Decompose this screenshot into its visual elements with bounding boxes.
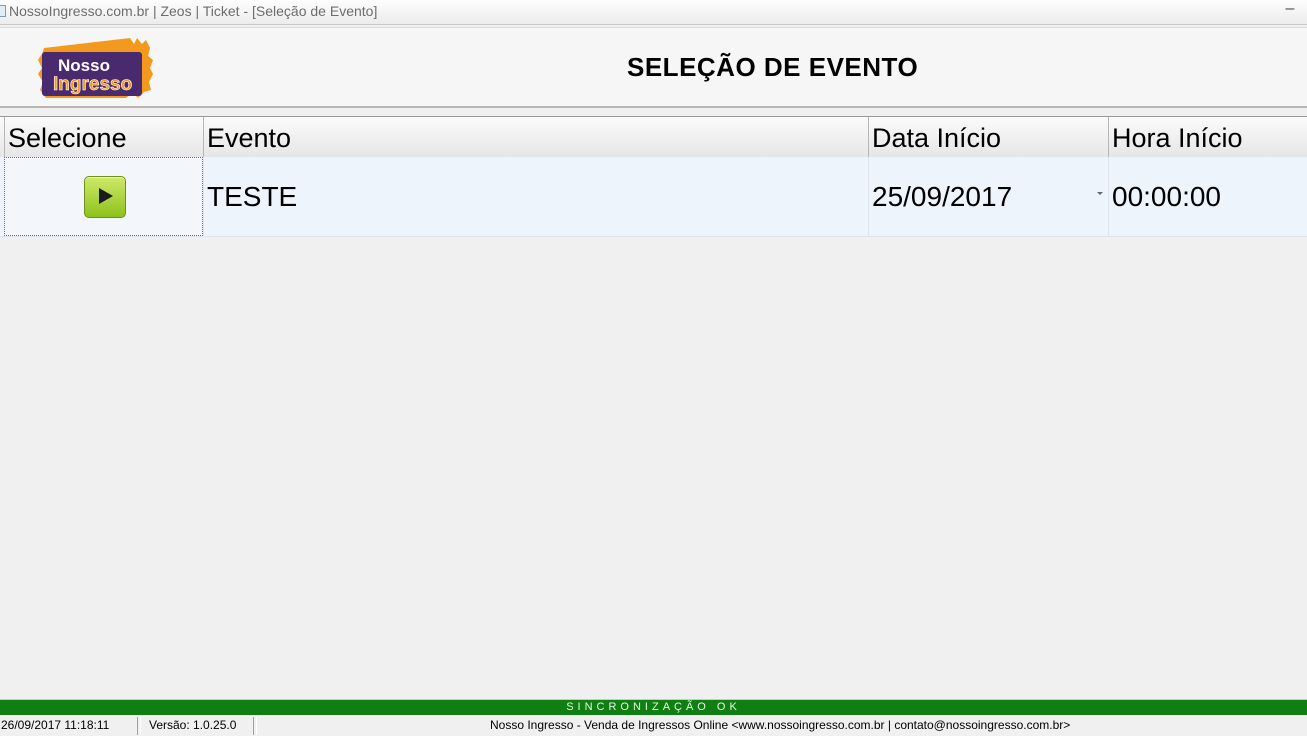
cell-hora-inicio[interactable]: 00:00:00 <box>1108 157 1307 236</box>
status-divider <box>253 717 257 735</box>
window-title: NossoIngresso.com.br | Zeos | Ticket - [… <box>9 3 378 19</box>
window-titlebar: NossoIngresso.com.br | Zeos | Ticket - [… <box>0 0 1307 25</box>
column-header-data-inicio[interactable]: Data Início <box>868 117 1108 157</box>
table-row[interactable]: TESTE 25/09/2017 00:00:00 <box>0 157 1307 237</box>
page-title: SELEÇÃO DE EVENTO <box>627 52 919 82</box>
cell-data-inicio-value: 25/09/2017 <box>872 181 1013 212</box>
select-event-button[interactable] <box>84 176 126 218</box>
status-bar: 26/09/2017 11:18:11 Versão: 1.0.25.0 Nos… <box>0 715 1307 735</box>
play-icon <box>99 188 113 204</box>
status-footer: Nosso Ingresso - Venda de Ingressos Onli… <box>490 718 1071 732</box>
page-header: Nosso Ingresso SELEÇÃO DE EVENTO <box>0 27 1307 108</box>
cell-data-inicio[interactable]: 25/09/2017 <box>868 157 1108 236</box>
column-header-hora-inicio[interactable]: Hora Início <box>1108 117 1307 157</box>
chevron-down-icon[interactable] <box>1097 192 1103 195</box>
events-grid: Selecione Evento Data Início Hora Início… <box>0 116 1307 238</box>
app-icon <box>0 5 6 17</box>
logo-line2: Ingresso <box>53 74 132 95</box>
status-divider <box>137 717 141 735</box>
nosso-ingresso-logo: Nosso Ingresso <box>38 38 153 98</box>
sync-status-bar: SINCRONIZAÇÃO OK <box>0 699 1307 715</box>
grid-header: Selecione Evento Data Início Hora Início <box>0 116 1307 158</box>
status-version: Versão: 1.0.25.0 <box>149 718 237 732</box>
select-cell <box>4 157 203 236</box>
minimize-button[interactable]: – <box>1283 0 1297 18</box>
logo-line1: Nosso <box>58 56 110 75</box>
cell-evento[interactable]: TESTE <box>203 157 868 236</box>
status-datetime: 26/09/2017 11:18:11 <box>1 718 110 732</box>
column-header-evento[interactable]: Evento <box>203 117 868 157</box>
column-header-selecione[interactable]: Selecione <box>4 117 204 157</box>
